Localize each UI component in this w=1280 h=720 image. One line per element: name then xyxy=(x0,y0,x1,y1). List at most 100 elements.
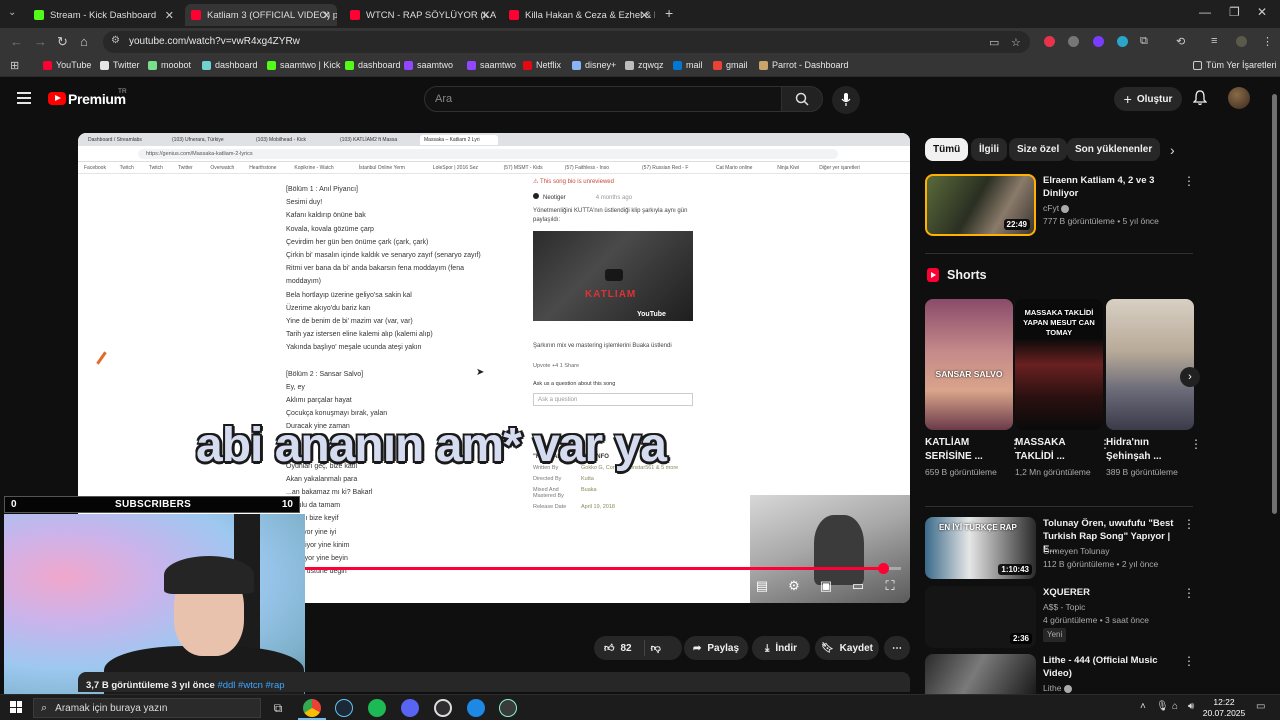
more-vertical-icon[interactable]: ⋮ xyxy=(1183,654,1195,668)
channel-name[interactable]: A$$ - Topic xyxy=(1043,601,1085,613)
dislike-button[interactable]: 👎︎ xyxy=(651,642,661,654)
system-clock[interactable]: 12:22 20.07.2025 xyxy=(1202,697,1246,719)
extension-icon[interactable] xyxy=(1117,36,1128,47)
avatar[interactable] xyxy=(1228,87,1250,109)
settings-gear-icon[interactable]: ⚙ xyxy=(786,579,802,593)
window-close-icon[interactable]: ✕ xyxy=(1257,5,1267,19)
obs-icon[interactable] xyxy=(434,699,452,717)
bookmark-mail[interactable]: mail xyxy=(673,60,703,70)
short-thumbnail[interactable] xyxy=(1106,299,1194,430)
page-scrollbar-thumb[interactable] xyxy=(1272,94,1277,514)
close-icon[interactable]: ✕ xyxy=(481,9,490,22)
more-vertical-icon[interactable]: ⋮ xyxy=(1183,586,1195,600)
taskbar-search[interactable]: ⌕ Aramak için buraya yazın xyxy=(33,698,261,718)
task-view-icon[interactable]: ⧉ xyxy=(269,699,287,717)
more-vertical-icon[interactable]: ⋮ xyxy=(1183,517,1195,531)
mic-tray-icon[interactable]: 🎙︎ xyxy=(1156,701,1169,712)
recommended-video[interactable]: 22:49 Elraenn Katliam 4, 2 ve 3 Dinliyor… xyxy=(925,174,1195,238)
video-thumbnail[interactable]: EN İYİ TÜRKÇE RAP 1:10:43 xyxy=(925,517,1036,579)
steam-icon[interactable] xyxy=(335,699,353,717)
bookmark-kick-dashboard[interactable]: dashboard xyxy=(345,60,401,70)
autoplay-toggle-icon[interactable]: ◐ xyxy=(722,579,746,593)
video-thumbnail[interactable]: 2:36 xyxy=(925,586,1036,648)
all-bookmarks[interactable]: Tüm Yer İşaretleri xyxy=(1193,60,1277,70)
ccleaner-icon[interactable] xyxy=(467,699,485,717)
restore-icon[interactable]: ❐ xyxy=(1229,5,1240,19)
spotify-icon[interactable] xyxy=(368,699,386,717)
close-icon[interactable]: ✕ xyxy=(640,9,649,22)
hashtags[interactable]: #ddl #wtcn #rap xyxy=(217,680,284,691)
download-button[interactable]: ⤓ İndir xyxy=(752,636,810,660)
bookmark-twitch-1[interactable]: saamtwo xyxy=(404,60,453,70)
browser-tab-killa[interactable]: Killa Hakan & Ceza & Ezhel & B ✕ xyxy=(503,4,655,26)
bookmark-disney[interactable]: disney+ xyxy=(572,60,616,70)
bookmark-twitch-2[interactable]: saamtwo xyxy=(467,60,516,70)
recommended-video[interactable]: Lithe - 444 (Official Music Video) Lithe… xyxy=(925,654,1195,694)
history-icon[interactable]: ⟲ xyxy=(1176,35,1185,48)
volume-icon[interactable]: 🔊︎ xyxy=(1188,701,1194,712)
share-button[interactable]: ➦ Paylaş xyxy=(684,636,748,660)
channel-name[interactable]: Örmeyen Tolunay xyxy=(1043,545,1109,557)
video-title[interactable]: Lithe - 444 (Official Music Video) xyxy=(1043,654,1183,680)
menu-icon[interactable]: ⋮ xyxy=(1262,35,1273,48)
bookmark-dashboard[interactable]: dashboard xyxy=(202,60,258,70)
close-icon[interactable]: ✕ xyxy=(322,9,331,22)
chevron-right-icon[interactable]: › xyxy=(1170,142,1175,158)
short-thumbnail[interactable]: MASSAKA TAKLİDİ YAPAN MESUT CAN TOMAY xyxy=(1015,299,1103,430)
browser-tab-wtcn[interactable]: WTCN - RAP SÖYLÜYOR (KATLİ ✕ xyxy=(344,4,496,26)
bookmark-kick[interactable]: saamtwo | Kick xyxy=(267,60,340,70)
short-title[interactable]: Hidra'nın Şehinşah ... xyxy=(1106,436,1194,464)
recommended-video[interactable]: 2:36 XQUERER A$$ - Topic 4 görüntüleme •… xyxy=(925,586,1195,650)
site-info-icon[interactable]: ⚙ xyxy=(111,35,120,46)
create-button[interactable]: + Oluştur xyxy=(1114,87,1182,111)
browser-tab-katliam[interactable]: Katliam 3 (OFFICIAL VIDEO) pro ✕ xyxy=(185,4,337,26)
notification-center-icon[interactable]: ▭ xyxy=(1256,701,1265,712)
browser-tab-kick[interactable]: Stream - Kick Dashboard ✕ xyxy=(28,4,180,26)
recommended-video[interactable]: EN İYİ TÜRKÇE RAP 1:10:43 Tolunay Ören, … xyxy=(925,517,1195,581)
chip-for-you[interactable]: Size özel xyxy=(1009,138,1068,161)
more-vertical-icon[interactable]: ⋮ xyxy=(1190,437,1202,451)
home-icon[interactable]: ⌂ xyxy=(80,34,88,49)
twitch-extension-icon[interactable] xyxy=(1093,36,1104,47)
channel-name[interactable]: Lithe xyxy=(1043,683,1061,693)
save-button[interactable]: 🔖︎ Kaydet xyxy=(815,636,879,660)
bookmark-twitter[interactable]: Twitter xyxy=(100,60,140,70)
more-vertical-icon[interactable]: ⋮ xyxy=(1183,174,1195,188)
short-item[interactable]: MASSAKA TAKLİDİ YAPAN MESUT CAN TOMAY MA… xyxy=(1015,299,1111,478)
short-item[interactable]: Hidra'nın Şehinşah ... 389 B görüntüleme… xyxy=(1106,299,1202,478)
minimize-icon[interactable]: — xyxy=(1199,5,1211,19)
close-icon[interactable]: ✕ xyxy=(165,9,174,22)
chip-all[interactable]: Tümü xyxy=(925,138,969,161)
progress-bar[interactable] xyxy=(303,563,901,574)
extension-icon[interactable] xyxy=(1068,36,1079,47)
subtitles-icon[interactable]: ▤ xyxy=(754,579,770,593)
install-app-icon[interactable]: ▭ xyxy=(989,36,999,49)
bookmark-zqwqz[interactable]: zqwqz xyxy=(625,60,664,70)
video-thumbnail[interactable]: 22:49 xyxy=(925,174,1036,236)
discord-icon[interactable] xyxy=(401,699,419,717)
youtube-logo-icon[interactable] xyxy=(48,92,66,105)
video-title[interactable]: XQUERER xyxy=(1043,586,1183,599)
bookmark-moobot[interactable]: moobot xyxy=(148,60,191,70)
bookmark-youtube[interactable]: YouTube xyxy=(43,60,91,70)
tray-chevron-icon[interactable]: ˄ xyxy=(1140,701,1146,712)
menu-icon[interactable] xyxy=(17,92,31,104)
chrome-icon[interactable] xyxy=(303,699,321,717)
bookmark-netflix[interactable]: Netflix xyxy=(523,60,561,70)
url-text[interactable]: youtube.com/watch?v=vwR4xg4ZYRw xyxy=(129,36,300,47)
bookmark-parrot[interactable]: Parrot - Dashboard xyxy=(759,60,849,70)
chip-recent[interactable]: Son yüklenenler xyxy=(1067,138,1161,161)
description-box[interactable]: 3,7 B görüntüleme 3 yıl önce #ddl #wtcn … xyxy=(78,672,910,692)
reload-icon[interactable]: ↻ xyxy=(57,34,68,50)
bookmark-star-icon[interactable]: ☆ xyxy=(1011,36,1021,49)
extension-icon[interactable] xyxy=(1044,36,1055,47)
short-item[interactable]: SANSAR SALVO KATLİAM SERİSİNE ... 659 B … xyxy=(925,299,1021,478)
new-tab-button[interactable]: + xyxy=(665,5,673,21)
short-thumbnail[interactable]: SANSAR SALVO xyxy=(925,299,1013,430)
video-title[interactable]: Elraenn Katliam 4, 2 ve 3 Dinliyor xyxy=(1043,174,1178,200)
back-icon[interactable]: ← xyxy=(10,34,23,49)
fullscreen-icon[interactable]: ⛶ xyxy=(882,579,898,593)
miniplayer-icon[interactable]: ▣ xyxy=(818,579,834,593)
reading-list-icon[interactable]: ≡ xyxy=(1211,35,1217,47)
theater-mode-icon[interactable]: ▭ xyxy=(850,579,866,593)
